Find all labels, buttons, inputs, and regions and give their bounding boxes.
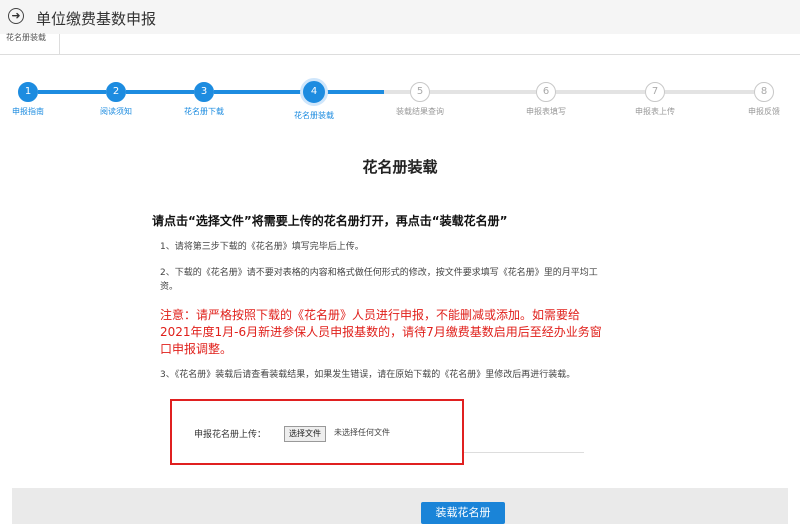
step-6-circle[interactable]: 6	[536, 82, 556, 102]
step-6-label: 申报表填写	[526, 107, 566, 116]
stepper-connector	[38, 90, 106, 94]
upload-area: 申报花名册上传： 选择文件 未选择任何文件	[170, 399, 464, 465]
step-1-label: 申报指南	[12, 107, 44, 116]
warning-text: 注意：请严格按照下载的《花名册》人员进行申报，不能删减或添加。如需要给2021年…	[160, 308, 602, 356]
step-3-label: 花名册下载	[184, 107, 224, 116]
step-5-label: 装载结果查询	[396, 107, 444, 116]
step-5-circle[interactable]: 5	[410, 82, 430, 102]
step-8-label: 申报反馈	[748, 107, 780, 116]
section-title: 花名册装载	[362, 158, 438, 176]
arrow-circle-left-icon[interactable]: ➜	[8, 8, 24, 24]
stepper-connector	[126, 90, 194, 94]
stepper-connector	[324, 90, 384, 94]
step-8-circle[interactable]: 8	[754, 82, 774, 102]
file-status: 未选择任何文件	[334, 428, 390, 437]
step-4-circle[interactable]: 4	[300, 78, 328, 106]
note-2: 2、下载的《花名册》请不要对表格的内容和格式做任何形式的修改，按文件要求填写《花…	[160, 268, 598, 292]
header-bar: ➜ 单位缴费基数申报	[0, 0, 800, 35]
step-7-label: 申报表上传	[635, 107, 675, 116]
step-1-circle[interactable]: 1	[18, 82, 38, 102]
stepper-connector	[665, 90, 754, 94]
stepper-connector	[430, 90, 536, 94]
upload-label: 申报花名册上传：	[194, 430, 267, 440]
step-2-label: 阅读须知	[100, 107, 132, 116]
tab-roster-upload[interactable]: 花名册装载	[0, 34, 60, 54]
note-1: 1、请将第三步下载的《花名册》填写完毕后上传。	[160, 242, 364, 252]
progress-stepper: 1 申报指南 2 阅读须知 3 花名册下载 4 花名册装载 5 装载结果查询 6 申报表填写 7 申报表上…	[0, 72, 800, 132]
page-title: 单位缴费基数申报	[36, 10, 157, 28]
tab-bar: 花名册装载	[0, 34, 800, 55]
choose-file-button[interactable]: 选择文件	[284, 426, 326, 442]
step-2-circle[interactable]: 2	[106, 82, 126, 102]
footer-bar: 装载花名册	[12, 488, 788, 524]
instruction-text: 请点击“选择文件”将需要上传的花名册打开，再点击“装载花名册”	[152, 214, 508, 228]
stepper-connector	[384, 90, 410, 94]
note-3: 3、《花名册》装载后请查看装载结果，如果发生错误，请在原始下载的《花名册》里修改…	[160, 370, 576, 380]
step-7-circle[interactable]: 7	[645, 82, 665, 102]
divider	[464, 452, 584, 453]
load-roster-button[interactable]: 装载花名册	[421, 502, 505, 524]
step-3-circle[interactable]: 3	[194, 82, 214, 102]
stepper-connector	[556, 90, 645, 94]
stepper-connector	[214, 90, 304, 94]
step-4-label: 花名册装载	[294, 111, 334, 120]
